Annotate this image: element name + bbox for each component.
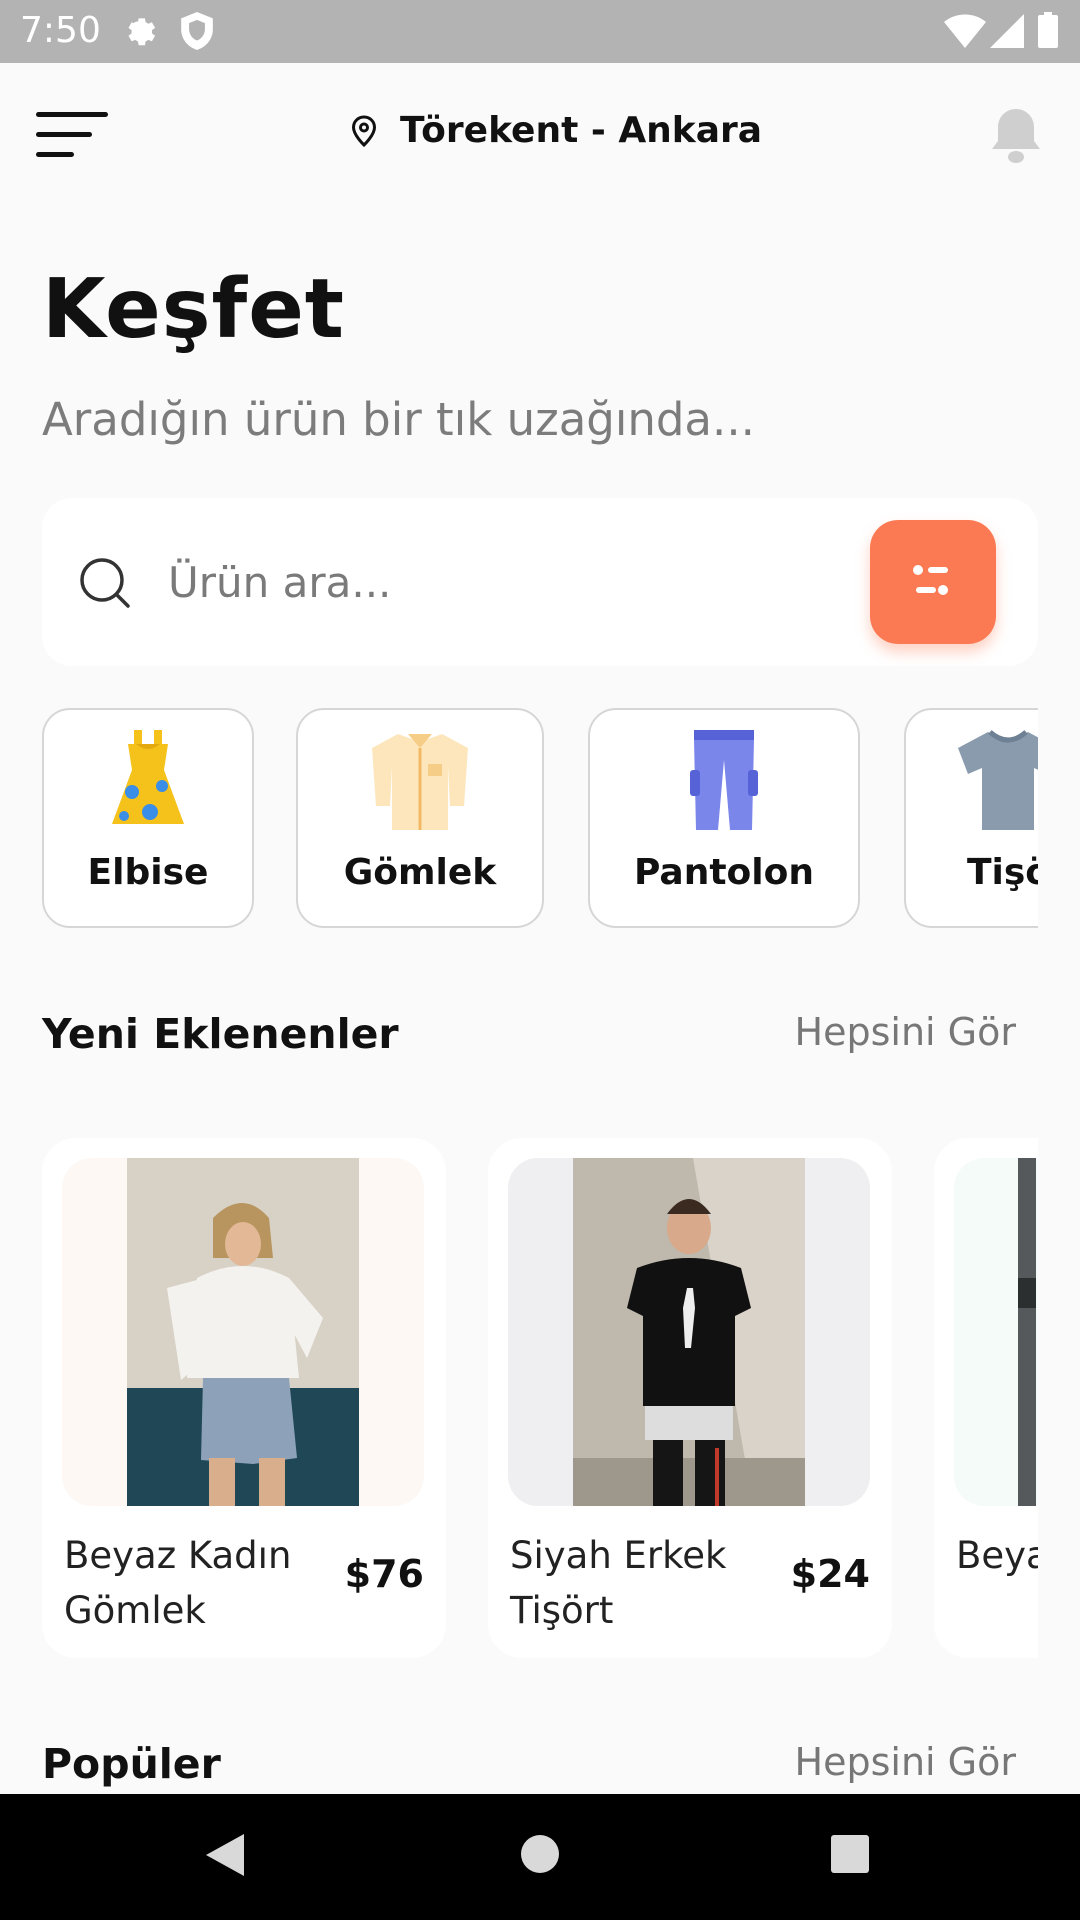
category-label: Elbise xyxy=(87,852,209,893)
new-products-list: Beyaz Kadın Gömlek $76 Siyah Erkek Tişör… xyxy=(42,1138,1038,1660)
page-subtitle: Aradığın ürün bir tık uzağında... xyxy=(42,393,755,446)
tshirt-icon xyxy=(956,730,1038,834)
category-pantolon[interactable]: Pantolon xyxy=(588,708,860,928)
section-title-new: Yeni Eklenenler xyxy=(42,1010,399,1058)
product-card[interactable]: Siyah Erkek Tişört $24 xyxy=(488,1138,892,1658)
location-pin-icon xyxy=(351,114,377,147)
product-card[interactable]: Beyaz Tişört xyxy=(934,1138,1038,1658)
search-bar xyxy=(42,498,1038,666)
battery-icon xyxy=(1038,12,1058,52)
product-price: $76 xyxy=(344,1552,424,1596)
filter-icon xyxy=(913,565,948,595)
notification-bell-icon[interactable] xyxy=(990,105,1042,169)
product-image xyxy=(954,1158,1038,1506)
signal-icon xyxy=(990,14,1024,52)
product-image xyxy=(508,1158,870,1506)
category-label: Gömlek xyxy=(343,852,497,893)
product-card[interactable]: Beyaz Kadın Gömlek $76 xyxy=(42,1138,446,1658)
product-price: $24 xyxy=(790,1552,870,1596)
filter-button[interactable] xyxy=(870,520,996,644)
menu-icon[interactable] xyxy=(36,110,110,162)
category-label: Pantolon xyxy=(634,852,814,893)
product-name: Beyaz Tişört xyxy=(956,1534,1038,1577)
search-input[interactable] xyxy=(168,538,868,626)
wifi-icon xyxy=(944,14,986,52)
page-title: Keşfet xyxy=(42,262,346,357)
product-name: Siyah Erkek Tişört xyxy=(510,1534,727,1632)
category-label: Tişört xyxy=(966,852,1038,893)
category-gomlek[interactable]: Gömlek xyxy=(296,708,544,928)
status-time: 7:50 xyxy=(20,10,101,51)
location-label: Törekent - Ankara xyxy=(400,110,763,151)
pants-icon xyxy=(690,730,758,834)
category-elbise[interactable]: Elbise xyxy=(42,708,254,928)
category-list: Elbise Gömlek Pantolon Tişö xyxy=(42,708,1038,930)
settings-icon xyxy=(122,12,160,54)
system-nav-bar xyxy=(0,1794,1080,1920)
see-all-popular-link[interactable]: Hepsini Gör xyxy=(795,1740,1016,1784)
home-icon[interactable] xyxy=(520,1832,560,1880)
dress-icon xyxy=(110,730,186,834)
shield-icon xyxy=(180,12,214,54)
back-icon[interactable] xyxy=(204,1832,246,1882)
search-icon xyxy=(78,556,132,614)
category-tisort[interactable]: Tişört xyxy=(904,708,1038,928)
see-all-new-link[interactable]: Hepsini Gör xyxy=(795,1010,1016,1054)
product-name: Beyaz Kadın Gömlek xyxy=(64,1534,292,1632)
product-image xyxy=(62,1158,424,1506)
recents-icon[interactable] xyxy=(830,1832,870,1880)
location-selector[interactable]: Törekent - Ankara xyxy=(350,110,762,151)
status-bar: 7:50 xyxy=(0,0,1080,63)
section-title-popular: Popüler xyxy=(42,1740,221,1788)
shirt-icon xyxy=(368,730,472,834)
